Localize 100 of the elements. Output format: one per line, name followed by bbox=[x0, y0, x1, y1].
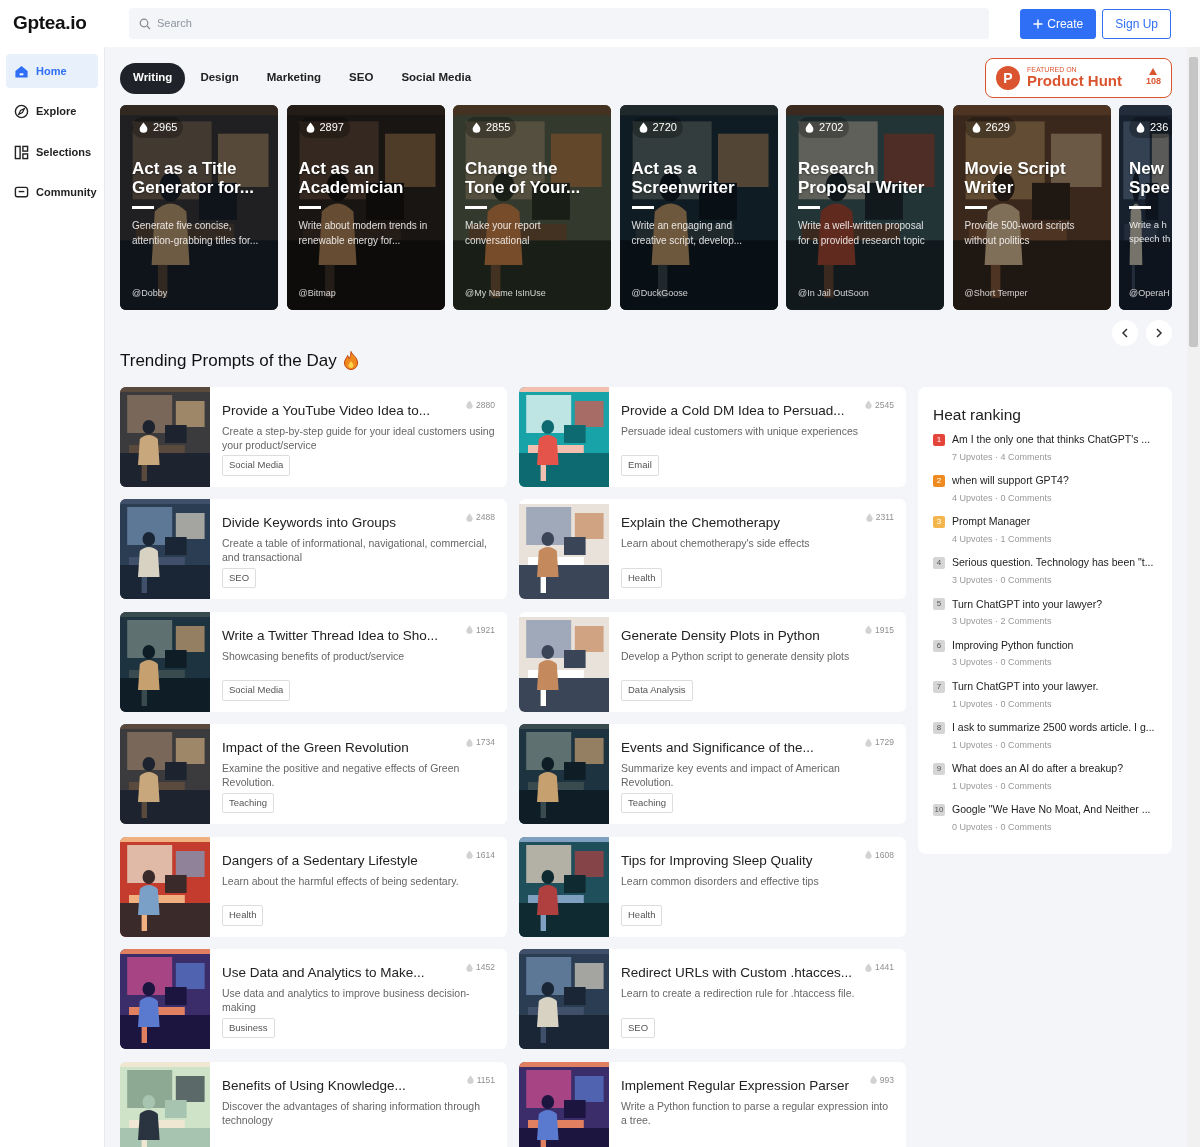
count-badge: 2720 bbox=[631, 117, 683, 138]
sidebar-item[interactable]: Explore bbox=[6, 94, 98, 129]
card-title: Change the Tone of Your... bbox=[465, 158, 582, 198]
prompt-card[interactable]: Generate Density Plots in Python 1915 Develop a Python script to generate density plots Data Analysis bbox=[519, 611, 906, 712]
prompt-card[interactable]: 2965 Act as a Title Generator for... Generate five concise, attention-grabbing titles for... @Dobby bbox=[120, 105, 278, 310]
category-tag: SEO bbox=[621, 1017, 656, 1038]
logo[interactable]: Gptea.io bbox=[13, 9, 129, 38]
scrollbar[interactable] bbox=[1187, 47, 1200, 1147]
upvote-count: 2880 bbox=[476, 398, 495, 412]
upvote-count: 1729 bbox=[875, 736, 894, 749]
category-tab[interactable]: SEO bbox=[336, 62, 387, 94]
card-description: Make your report conversational bbox=[465, 218, 542, 248]
drop-icon bbox=[864, 737, 874, 747]
search-field[interactable]: Search bbox=[129, 8, 990, 39]
prompt-card[interactable]: Explain the Chemotherapy 2311 Learn about chemotherapy's side effects Health bbox=[519, 499, 906, 599]
sign-up-button[interactable]: Sign Up bbox=[1102, 8, 1171, 39]
prompt-card[interactable]: Write a Twitter Thread Idea to Sho... 1921 Showcasing benefits of product/service Social Media bbox=[120, 611, 507, 712]
rank-marker: 1 bbox=[933, 433, 945, 446]
prompt-card[interactable]: Redirect URLs with Custom .htacces... 1441 Learn to create a redirection rule for .htaccess file. SEO bbox=[519, 949, 906, 1049]
post-stats: 1 Upvotes · 0 Comments bbox=[952, 780, 1053, 793]
prompt-card[interactable]: 2855 Change the Tone of Your... Make your report conversational @My Name IsInUse bbox=[453, 105, 611, 310]
create-button[interactable]: Create bbox=[1020, 8, 1097, 39]
prompt-card[interactable]: 236 New Spee Write a h speech th @OperaH bbox=[1119, 105, 1172, 310]
prompt-description: Showcasing benefits of product/service bbox=[222, 648, 405, 663]
sidebar-item[interactable]: Home bbox=[6, 54, 98, 88]
drop-icon bbox=[465, 400, 475, 410]
category-tab[interactable]: Social Media bbox=[388, 62, 485, 94]
prompt-card[interactable]: Divide Keywords into Groups 2488 Create a table of informational, navigational, commercial, and transactional SEO bbox=[120, 499, 507, 599]
prompt-title: Events and Significance of the... bbox=[621, 739, 815, 757]
post-stats: 1 Upvotes · 0 Comments bbox=[952, 738, 1053, 752]
drop-icon bbox=[868, 1075, 878, 1085]
drop-icon bbox=[465, 737, 475, 747]
drop-icon bbox=[465, 512, 475, 522]
category-tag: Email bbox=[621, 455, 659, 476]
post-title[interactable]: Prompt Manager bbox=[952, 514, 1031, 530]
sidebar-item[interactable]: Community bbox=[6, 175, 98, 210]
category-tab[interactable]: Design bbox=[187, 62, 252, 94]
post-title[interactable]: Turn ChatGPT into your lawyer. bbox=[952, 678, 1099, 695]
chevron-right-icon bbox=[1155, 328, 1163, 338]
prompt-card[interactable]: 2897 Act as an Academician Write about modern trends in renewable energy for... @Bitmap bbox=[286, 105, 445, 310]
prompt-card[interactable]: Implement Regular Expression Parser 993 Write a Python function to parse a regular expression into a tree. bbox=[519, 1061, 906, 1147]
author-name: @My Name IsInUse bbox=[465, 286, 546, 300]
upvote-count: 1915 bbox=[875, 623, 894, 637]
post-title[interactable]: Turn ChatGPT into your lawyer? bbox=[952, 596, 1102, 613]
drop-icon bbox=[138, 121, 149, 133]
card-description: Write about modern trends in renewable energy for... bbox=[298, 218, 429, 248]
category-tab[interactable]: Marketing bbox=[253, 62, 335, 94]
post-title[interactable]: Improving Python function bbox=[952, 637, 1074, 654]
drop-icon bbox=[864, 512, 874, 522]
rank-marker: 2 bbox=[933, 474, 945, 487]
count-badge: 2629 bbox=[964, 117, 1016, 138]
prompt-card[interactable]: Provide a Cold DM Idea to Persuad... 2545 Persuade ideal customers with unique experiences Email bbox=[519, 386, 906, 487]
upvote-count: 1921 bbox=[476, 623, 495, 637]
previous-button[interactable] bbox=[1112, 320, 1138, 346]
card-title: Research Proposal Writer bbox=[798, 158, 926, 198]
next-button[interactable] bbox=[1146, 320, 1172, 346]
category-tag: SEO bbox=[222, 567, 257, 588]
card-description: Generate five concise, attention-grabbing titles for... bbox=[132, 218, 260, 248]
post-title[interactable]: I ask to summarize 2500 words article. I g... bbox=[952, 720, 1155, 736]
category-tab[interactable]: Writing bbox=[120, 62, 186, 94]
prompt-card[interactable]: 2629 Movie Script Writer Provide 500-word scripts without politics @Short Temper bbox=[952, 105, 1111, 310]
prompt-card[interactable]: 2702 Research Proposal Writer Write a well-written proposal for a provided research topic @In Jail OutSoon bbox=[786, 105, 944, 310]
category-tag: Data Analysis bbox=[621, 680, 693, 701]
drop-icon bbox=[1135, 121, 1146, 133]
prompt-card[interactable]: Impact of the Green Revolution 1734 Examine the positive and negative effects of Green Revolution. Teaching bbox=[120, 724, 507, 824]
prompt-title: Implement Regular Expression Parser bbox=[621, 1076, 851, 1095]
post-stats: 3 Upvotes · 0 Comments bbox=[952, 574, 1053, 588]
prompt-card[interactable]: Provide a YouTube Video Idea to... 2880 Create a step-by-step guide for your ideal customers using your product/service Social Media bbox=[120, 386, 507, 487]
prompt-title: Use Data and Analytics to Make... bbox=[222, 964, 426, 982]
columns-icon bbox=[14, 144, 29, 160]
upvote-count: 1441 bbox=[875, 961, 894, 974]
prompt-title: Provide a YouTube Video Idea to... bbox=[222, 401, 431, 420]
post-title[interactable]: What does an AI do after a breakup? bbox=[952, 761, 1124, 777]
prompt-card[interactable]: Benefits of Using Knowledge... 1151 Discover the advantages of sharing information through technology bbox=[120, 1061, 507, 1147]
rank-marker: 9 bbox=[933, 763, 945, 776]
post-title[interactable]: Google "We Have No Moat, And Neither ... bbox=[952, 802, 1151, 819]
prompt-description: Learn to create a redirection rule for .htaccess file. bbox=[621, 986, 855, 1001]
rank-marker: 3 bbox=[933, 516, 945, 528]
count-badge: 2897 bbox=[298, 117, 350, 138]
drop-icon bbox=[465, 625, 475, 635]
rank-marker: 7 bbox=[933, 680, 945, 693]
post-title[interactable]: Am I the only one that thinks ChatGPT's ... bbox=[952, 431, 1151, 448]
prompt-card[interactable]: Dangers of a Sedentary Lifestyle 1614 Learn about the harmful effects of being sedentary. Health bbox=[120, 836, 507, 937]
upvote-count: 1608 bbox=[875, 848, 894, 862]
prompt-card[interactable]: Events and Significance of the... 1729 Summarize key events and impact of American Revolution. Teaching bbox=[519, 724, 906, 824]
drop-icon bbox=[864, 962, 874, 972]
post-title[interactable]: Serious question. Technology has been "t... bbox=[952, 555, 1154, 572]
upvote-icon bbox=[1149, 67, 1158, 75]
sidebar-item[interactable]: Selections bbox=[6, 135, 98, 169]
post-title[interactable]: when will support GPT4? bbox=[952, 472, 1069, 489]
card-description: Write an engaging and creative script, develop... bbox=[631, 218, 744, 248]
card-description: Provide 500-word scripts without politics bbox=[964, 218, 1076, 248]
card-title: Movie Script Writer bbox=[964, 158, 1067, 198]
drop-icon bbox=[970, 121, 982, 133]
prompt-card[interactable]: Use Data and Analytics to Make... 1452 Use data and analytics to improve business decision-making Business bbox=[120, 949, 507, 1049]
prompt-card[interactable]: Tips for Improving Sleep Quality 1608 Learn common disorders and effective tips Health bbox=[519, 836, 906, 937]
prompt-description: Use data and analytics to improve business decision-making bbox=[222, 986, 471, 1015]
prompt-card[interactable]: 2720 Act as a Screenwriter Write an engaging and creative script, develop... @DuckGoose bbox=[619, 105, 778, 310]
author-name: @OperaH bbox=[1129, 286, 1170, 300]
drop-icon bbox=[864, 850, 874, 860]
